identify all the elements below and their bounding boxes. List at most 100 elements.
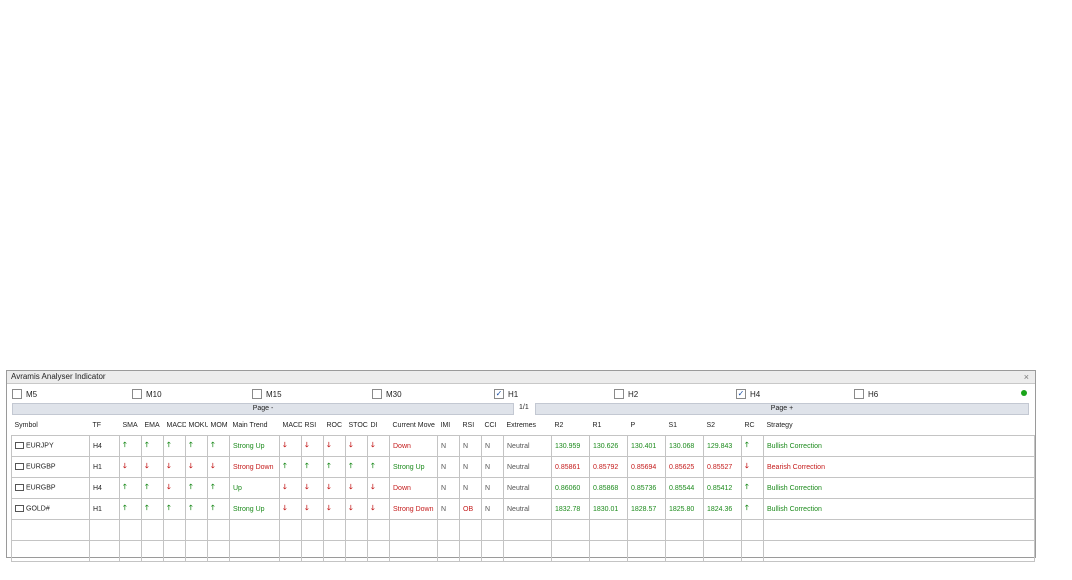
table-cell [229,540,280,562]
table-cell: N [459,435,482,457]
main-trend-value: Up [233,484,242,492]
table-cell: 0.85694 [627,456,666,478]
cci-value: N [485,505,491,513]
strategy-value: Bullish Correction [767,505,822,513]
timeframe-checkbox[interactable] [614,389,624,399]
table-cell [301,540,324,562]
level-s2-value: 0.85412 [707,484,733,492]
timeframe-option[interactable]: M10 [132,387,162,401]
column-header: DI [370,421,378,429]
timeframe-option[interactable]: M30 [372,387,402,401]
extremes-value: Neutral [507,484,530,492]
timeframe-option[interactable]: ✓ H4 [736,387,760,401]
table-cell: 🡑 [301,456,324,478]
page-prev-button[interactable]: Page - [12,403,514,415]
arrow-up-icon: 🡑 [123,483,127,491]
table-cell: N [437,498,460,520]
timeframe-option[interactable]: M15 [252,387,282,401]
table-cell: 🡑 [163,435,186,457]
level-r1-value: 130.626 [593,442,619,450]
level-s1-value: 1825.80 [669,505,695,513]
table-cell: 🡓 [141,456,164,478]
cci-value: N [485,463,491,471]
table-cell: Strong Down [389,498,438,520]
chart-icon[interactable] [15,463,24,471]
page-next-button[interactable]: Page + [535,403,1029,415]
table-header-row: Symbol TF SMA EMA MACD MOKU MOM Main Trend MACD R… [12,415,1035,436]
table-cell: EURJPY [11,435,90,457]
timeframe-checkbox[interactable]: ✓ [736,389,746,399]
timeframe-option[interactable]: H2 [614,387,638,401]
arrow-down-icon: 🡓 [305,441,309,449]
column-header: Current Move [392,421,435,429]
table-row[interactable]: EURGBP H1 🡓 🡓 🡓 🡓 🡓 Strong Down 🡑 🡑 🡑 🡑 🡑 Strong Up N N… [11,456,1035,478]
timeframe-checkbox[interactable] [252,389,262,399]
table-cell [89,519,120,541]
arrow-up-icon: 🡑 [145,441,149,449]
table-cell: Strong Down [229,456,280,478]
table-cell: 129.843 [703,435,742,457]
arrow-down-icon: 🡓 [283,441,287,449]
arrow-down-icon: 🡓 [371,441,375,449]
table-cell: 1825.80 [665,498,704,520]
table-cell: 🡓 [279,498,302,520]
panel-close-button[interactable]: × [1024,371,1029,383]
timeframe-option[interactable]: M5 [12,387,37,401]
table-cell: 130.068 [665,435,704,457]
table-cell: 🡑 [119,498,142,520]
symbol-label: EURGBP [26,484,56,492]
table-cell: 0.85861 [551,456,590,478]
table-cell [459,519,482,541]
chart-icon[interactable] [15,484,24,492]
rsi-extreme-value: N [463,442,469,450]
table-cell: 1824.36 [703,498,742,520]
table-cell [551,519,590,541]
column-header: MACD [166,421,186,429]
timeframe-checkbox[interactable] [854,389,864,399]
table-cell: Strong Up [229,498,280,520]
arrow-down-icon: 🡓 [167,462,171,470]
timeframe-checkbox[interactable]: ✓ [494,389,504,399]
timeframe-checkbox[interactable] [12,389,22,399]
table-cell: Neutral [503,477,552,499]
table-row[interactable]: EURJPY H4 🡑 🡑 🡑 🡑 🡑 Strong Up 🡓 🡓 🡓 🡓 🡓 Down N N N Neutra… [11,435,1035,457]
arrow-down-icon: 🡓 [283,504,287,512]
rsi-extreme-value: OB [463,505,474,513]
timeframe-checkbox[interactable] [132,389,142,399]
table-cell [207,519,230,541]
timeframe-label: H4 [750,389,761,399]
timeframe-checkbox[interactable] [372,389,382,399]
table-cell: 1830.01 [589,498,628,520]
timeframe-option[interactable]: H6 [854,387,878,401]
page-indicator: 1/1 [519,404,529,411]
cci-value: N [485,442,491,450]
table-cell: N [437,435,460,457]
column-header: S1 [668,421,678,429]
table-row[interactable]: EURGBP H4 🡑 🡑 🡓 🡑 🡑 Up 🡓 🡓 🡓 🡓 🡓 Down N N N Neutral 0.8606… [11,477,1035,499]
chart-icon[interactable] [15,442,24,450]
arrow-up-icon: 🡑 [305,462,309,470]
arrow-up-icon: 🡑 [123,504,127,512]
column-header: TF [92,421,102,429]
table-row[interactable]: GOLD# H1 🡑 🡑 🡑 🡑 🡑 Strong Up 🡓 🡓 🡓 🡓 🡓 Strong Down N OB… [11,498,1035,520]
table-cell: Strong Up [229,435,280,457]
table-cell: H4 [89,477,120,499]
table-cell [437,519,460,541]
table-cell: 0.85736 [627,477,666,499]
timeframe-label: M30 [386,389,402,399]
level-p-value: 0.85736 [631,484,657,492]
timeframe-option[interactable]: ✓ H1 [494,387,518,401]
table-cell: 🡓 [163,456,186,478]
table-cell: 🡑 [141,477,164,499]
table-cell [185,519,208,541]
column-header: SMA [122,421,138,429]
column-header: MOM [210,421,228,429]
column-header: R2 [554,421,564,429]
strategy-value: Bullish Correction [767,442,822,450]
table-cell [11,540,90,562]
table-cell [703,519,742,541]
table-cell: 🡓 [345,477,368,499]
chart-icon[interactable] [15,505,24,513]
level-r2-value: 1832.78 [555,505,581,513]
table-cell: 🡓 [301,477,324,499]
